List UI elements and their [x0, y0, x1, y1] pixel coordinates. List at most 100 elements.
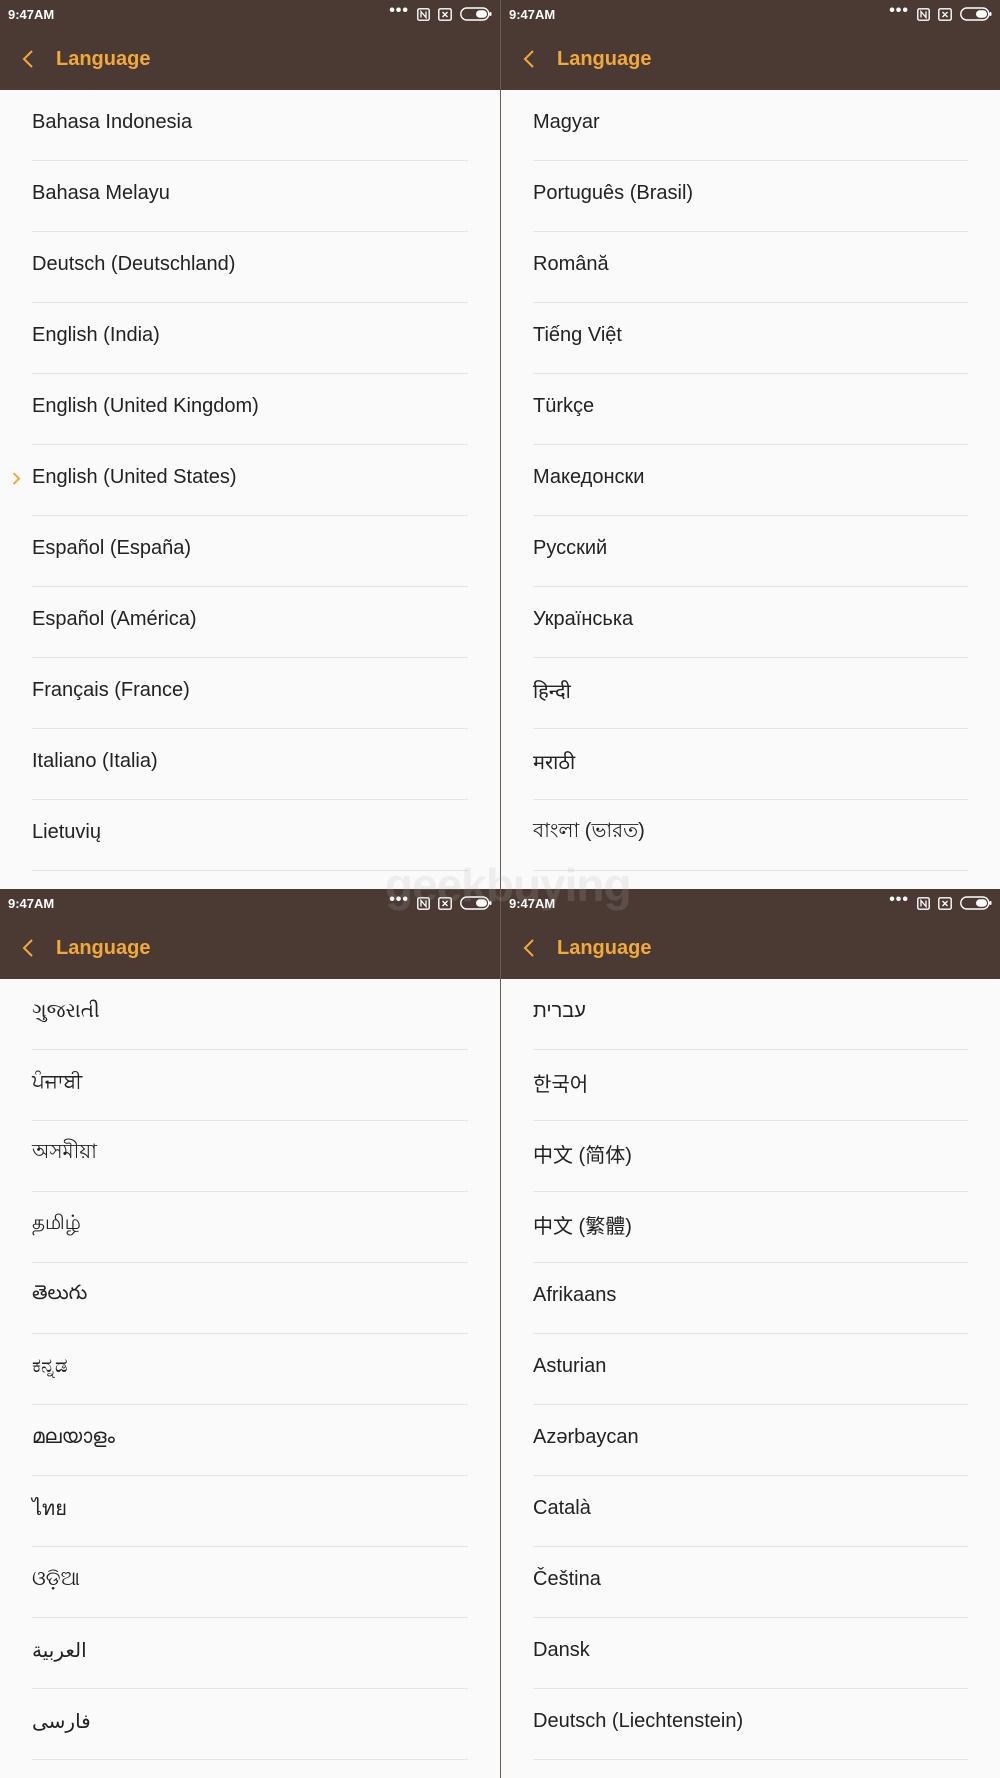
- language-item[interactable]: తెలుగు: [32, 1263, 468, 1334]
- language-item[interactable]: ગુજરાતી: [32, 979, 468, 1050]
- language-item[interactable]: Azərbaycan: [533, 1405, 968, 1476]
- selected-chevron-icon: [12, 472, 21, 485]
- language-list: Magyar Português (Brasil) Română Tiếng V…: [501, 90, 1000, 871]
- app-bar: 9:47AM ••• Language: [0, 0, 500, 90]
- language-label: English (India): [32, 323, 160, 346]
- language-item[interactable]: मराठी: [533, 729, 968, 800]
- status-time: 9:47AM: [8, 895, 55, 911]
- language-screen-bl: 9:47AM ••• Language ગુજરાતી ਪੰਜਾਬੀ অসমীয…: [0, 889, 500, 1778]
- battery-icon: [960, 896, 992, 910]
- language-item[interactable]: Русский: [533, 516, 968, 587]
- language-item[interactable]: עברית: [533, 979, 968, 1050]
- status-time: 9:47AM: [8, 6, 55, 22]
- language-item[interactable]: Español (España): [32, 516, 468, 587]
- language-label: Magyar: [533, 110, 600, 133]
- language-item[interactable]: हिन्दी: [533, 658, 968, 729]
- language-item[interactable]: Tiếng Việt: [533, 303, 968, 374]
- language-screen-br: 9:47AM ••• Language עברית 한국어 中文 (简体) 中文…: [500, 889, 1000, 1778]
- language-item[interactable]: Afrikaans: [533, 1263, 968, 1334]
- language-item[interactable]: Română: [533, 232, 968, 303]
- language-label: Deutsch (Liechtenstein): [533, 1709, 744, 1732]
- language-item[interactable]: 中文 (简体): [533, 1121, 968, 1192]
- status-bar: 9:47AM •••: [501, 0, 1000, 28]
- title-bar: Language: [0, 917, 500, 979]
- language-item[interactable]: Italiano (Italia): [32, 729, 468, 800]
- language-label: Português (Brasil): [533, 181, 694, 204]
- chevron-left-icon: [523, 939, 534, 957]
- language-item[interactable]: অসমীয়া: [32, 1121, 468, 1192]
- language-label: मराठी: [533, 751, 576, 774]
- language-item[interactable]: Magyar: [533, 90, 968, 161]
- language-label: עברית: [533, 999, 586, 1022]
- language-item[interactable]: Українська: [533, 587, 968, 658]
- back-button[interactable]: [22, 44, 44, 74]
- language-label: Asturian: [533, 1354, 607, 1377]
- language-item[interactable]: فارسی: [32, 1689, 468, 1760]
- back-button[interactable]: [22, 933, 44, 963]
- language-label: অসমীয়া: [32, 1140, 97, 1163]
- language-item[interactable]: Türkçe: [533, 374, 968, 445]
- language-item[interactable]: Català: [533, 1476, 968, 1547]
- no-sim-icon: [938, 7, 952, 21]
- app-bar: 9:47AM ••• Language: [0, 889, 500, 979]
- back-button[interactable]: [523, 44, 545, 74]
- language-item[interactable]: 中文 (繁體): [533, 1192, 968, 1263]
- language-item[interactable]: தமிழ்: [32, 1192, 468, 1263]
- language-label: العربية: [32, 1639, 87, 1662]
- language-item[interactable]: Čeština: [533, 1547, 968, 1618]
- language-label: हिन्दी: [533, 680, 571, 703]
- language-item[interactable]: English (United Kingdom): [32, 374, 468, 445]
- language-label: தமிழ்: [32, 1211, 81, 1234]
- language-item[interactable]: Français (France): [32, 658, 468, 729]
- language-label: 中文 (简体): [533, 1144, 632, 1167]
- language-item[interactable]: Deutsch (Deutschland): [32, 232, 468, 303]
- language-item[interactable]: English (India): [32, 303, 468, 374]
- status-time: 9:47AM: [509, 6, 556, 22]
- language-screen-tl: 9:47AM ••• Language Bahasa Indonesia Bah…: [0, 0, 500, 889]
- status-icons: •••: [889, 892, 992, 910]
- language-item[interactable]: Lietuvių: [32, 800, 468, 871]
- language-screen-tr: 9:47AM ••• Language Magyar Português (Br…: [500, 0, 1000, 889]
- language-item[interactable]: ಕನ್ನಡ: [32, 1334, 468, 1405]
- title-bar: Language: [501, 917, 1000, 979]
- language-item[interactable]: Bahasa Indonesia: [32, 90, 468, 161]
- language-label: Lietuvių: [32, 820, 101, 843]
- language-label: Azərbaycan: [533, 1425, 639, 1448]
- language-item[interactable]: Asturian: [533, 1334, 968, 1405]
- language-label: Deutsch (Deutschland): [32, 252, 236, 275]
- language-label: Čeština: [533, 1567, 601, 1590]
- back-button[interactable]: [523, 933, 545, 963]
- language-list: ગુજરાતી ਪੰਜਾਬੀ অসমীয়া தமிழ் తెలుగు ಕನ್ನ…: [0, 979, 500, 1760]
- page-title: Language: [557, 936, 652, 959]
- battery-icon: [460, 896, 492, 910]
- language-item[interactable]: Dansk: [533, 1618, 968, 1689]
- language-item[interactable]: Bahasa Melayu: [32, 161, 468, 232]
- nfc-icon: [417, 7, 430, 21]
- language-item[interactable]: Deutsch (Liechtenstein): [533, 1689, 968, 1760]
- title-bar: Language: [501, 28, 1000, 90]
- page-title: Language: [56, 47, 151, 70]
- status-icons: •••: [389, 3, 492, 21]
- language-item[interactable]: বাংলা (ভারত): [533, 800, 968, 871]
- language-item[interactable]: Português (Brasil): [533, 161, 968, 232]
- language-list: עברית 한국어 中文 (简体) 中文 (繁體) Afrikaans Astu…: [501, 979, 1000, 1760]
- language-item[interactable]: ਪੰਜਾਬੀ: [32, 1050, 468, 1121]
- nfc-icon: [917, 7, 930, 21]
- language-item[interactable]: ไทย: [32, 1476, 468, 1547]
- language-item[interactable]: Español (América): [32, 587, 468, 658]
- language-item[interactable]: العربية: [32, 1618, 468, 1689]
- language-label: Tiếng Việt: [533, 323, 622, 346]
- language-label: فارسی: [32, 1710, 91, 1733]
- language-label: Français (France): [32, 678, 190, 701]
- language-item[interactable]: മലയാളം: [32, 1405, 468, 1476]
- language-label: Bahasa Melayu: [32, 181, 170, 204]
- status-icons: •••: [889, 3, 992, 21]
- language-label: ಕನ್ನಡ: [32, 1354, 68, 1377]
- language-item-selected[interactable]: English (United States): [12, 445, 468, 516]
- language-item[interactable]: ଓଡ଼ିଆ: [32, 1547, 468, 1618]
- language-item[interactable]: 한국어: [533, 1050, 968, 1121]
- language-item[interactable]: Македонски: [533, 445, 968, 516]
- language-list: Bahasa Indonesia Bahasa Melayu Deutsch (…: [0, 90, 500, 871]
- language-label: ગુજરાતી: [32, 999, 100, 1022]
- screenshot-grid: 9:47AM ••• Language עברית 한국어 中文 (简体) 中文…: [0, 0, 1000, 1778]
